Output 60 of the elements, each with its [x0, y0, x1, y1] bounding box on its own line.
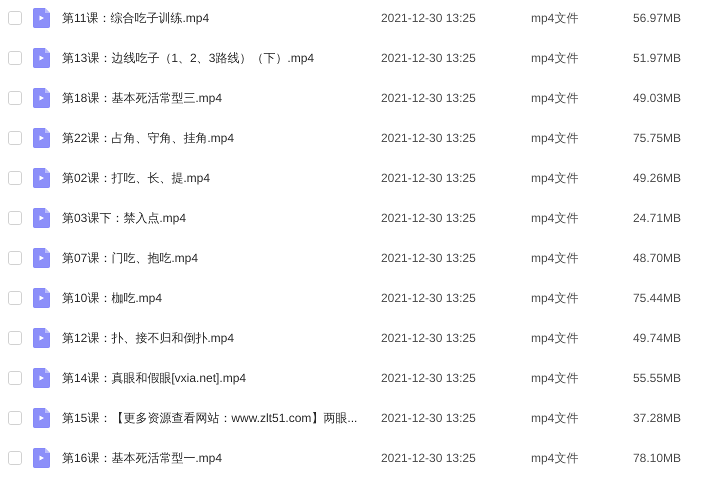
checkbox[interactable] [8, 171, 22, 185]
modified-date: 2021-12-30 13:25 [381, 291, 477, 305]
file-size: 55.55MB [632, 371, 681, 385]
file-size: 56.97MB [632, 11, 681, 25]
file-type: mp4文件 [531, 450, 580, 466]
modified-date: 2021-12-30 13:25 [381, 411, 477, 425]
file-type: mp4文件 [531, 290, 580, 306]
checkbox[interactable] [8, 331, 22, 345]
checkbox[interactable] [8, 91, 22, 105]
file-size: 37.28MB [632, 411, 681, 425]
file-type: mp4文件 [531, 10, 580, 26]
checkbox[interactable] [8, 291, 22, 305]
checkbox[interactable] [8, 251, 22, 265]
video-file-icon [33, 8, 50, 28]
checkbox[interactable] [8, 451, 22, 465]
video-file-icon [33, 168, 50, 188]
modified-date: 2021-12-30 13:25 [381, 131, 477, 145]
file-type: mp4文件 [531, 130, 580, 146]
checkbox[interactable] [8, 371, 22, 385]
file-size: 51.97MB [632, 51, 681, 65]
file-size: 78.10MB [632, 451, 681, 465]
video-file-icon [33, 448, 50, 468]
file-type: mp4文件 [531, 410, 580, 426]
file-size: 24.71MB [632, 211, 681, 225]
video-file-icon [33, 48, 50, 68]
modified-date: 2021-12-30 13:25 [381, 51, 477, 65]
file-size: 48.70MB [632, 251, 681, 265]
file-type: mp4文件 [531, 210, 580, 226]
file-size: 75.75MB [632, 131, 681, 145]
video-file-icon [33, 328, 50, 348]
video-file-icon [33, 288, 50, 308]
video-file-icon [33, 248, 50, 268]
checkbox[interactable] [8, 411, 22, 425]
modified-date: 2021-12-30 13:25 [381, 451, 477, 465]
modified-date: 2021-12-30 13:25 [381, 91, 477, 105]
file-size: 49.26MB [632, 171, 681, 185]
video-file-icon [33, 128, 50, 148]
modified-date: 2021-12-30 13:25 [381, 211, 477, 225]
video-file-icon [33, 368, 50, 388]
checkbox[interactable] [8, 131, 22, 145]
video-file-icon [33, 88, 50, 108]
file-size: 49.74MB [632, 331, 681, 345]
file-type: mp4文件 [531, 170, 580, 186]
checkbox[interactable] [8, 11, 22, 25]
file-type: mp4文件 [531, 370, 580, 386]
file-type: mp4文件 [531, 90, 580, 106]
file-type: mp4文件 [531, 250, 580, 266]
video-file-icon [33, 408, 50, 428]
file-size: 75.44MB [632, 291, 681, 305]
modified-date: 2021-12-30 13:25 [381, 11, 477, 25]
file-type: mp4文件 [531, 330, 580, 346]
checkbox[interactable] [8, 211, 22, 225]
modified-date: 2021-12-30 13:25 [381, 371, 477, 385]
file-size: 49.03MB [632, 91, 681, 105]
modified-date: 2021-12-30 13:25 [381, 251, 477, 265]
video-file-icon [33, 208, 50, 228]
file-type: mp4文件 [531, 50, 580, 66]
checkbox[interactable] [8, 51, 22, 65]
modified-date: 2021-12-30 13:25 [381, 331, 477, 345]
modified-date: 2021-12-30 13:25 [381, 171, 477, 185]
